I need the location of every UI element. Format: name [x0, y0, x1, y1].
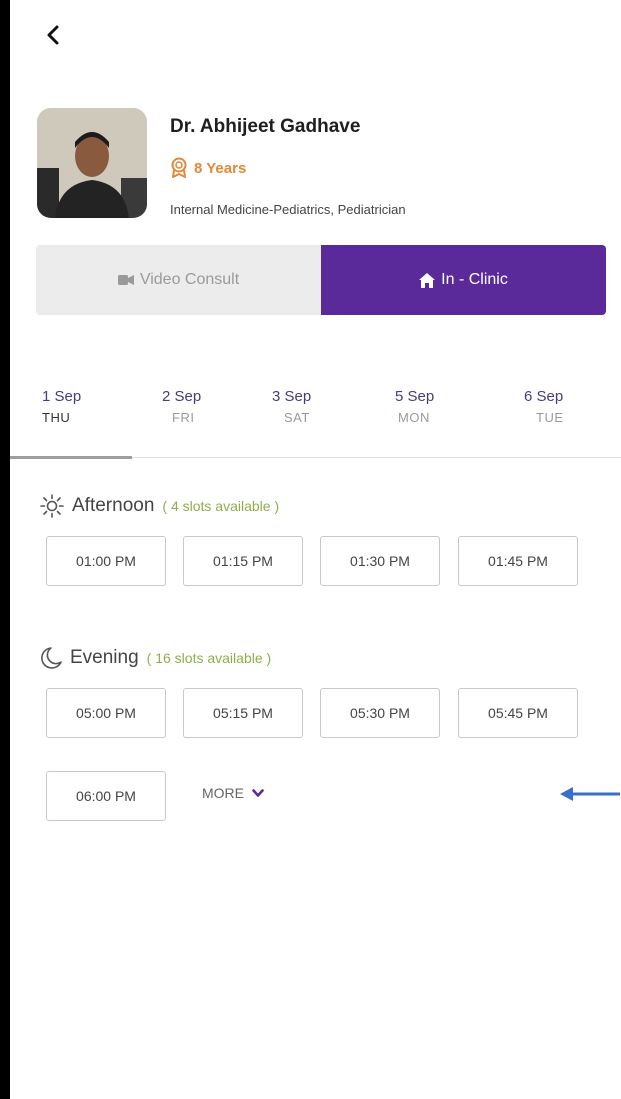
date-tab-2-sep[interactable]: 2 Sep FRI	[162, 388, 252, 425]
weekday-label: MON	[398, 410, 430, 425]
date-label: 5 Sep	[395, 388, 435, 405]
home-icon	[419, 272, 436, 288]
date-tab-3-sep[interactable]: 3 Sep SAT	[272, 388, 362, 425]
weekday-label: THU	[42, 410, 71, 425]
doctor-specialty: Internal Medicine-Pediatrics, Pediatrici…	[170, 202, 406, 217]
slot-evening-0515[interactable]: 05:15 PM	[183, 688, 303, 738]
date-tab-5-sep[interactable]: 5 Sep MON	[395, 388, 485, 425]
chevron-left-icon	[47, 25, 59, 45]
moon-icon	[41, 647, 62, 669]
more-label: MORE	[202, 785, 244, 801]
slot-evening-0530[interactable]: 05:30 PM	[320, 688, 440, 738]
annotation-arrow-icon	[560, 787, 620, 801]
date-tab-1-sep[interactable]: 1 Sep THU	[42, 388, 132, 425]
slot-evening-0600[interactable]: 06:00 PM	[46, 771, 166, 821]
more-slots-button[interactable]: MORE	[202, 785, 264, 801]
weekday-label: FRI	[172, 410, 195, 425]
evening-section-header: Evening ( 16 slots available )	[40, 646, 271, 670]
afternoon-availability: ( 4 slots available )	[162, 498, 280, 514]
doctor-photo	[37, 108, 147, 218]
video-camera-icon	[117, 275, 134, 285]
date-tab-6-sep[interactable]: 6 Sep TUE	[524, 388, 614, 425]
consult-mode-tabs: Video Consult In - Clinic	[36, 245, 606, 315]
weekday-label: SAT	[284, 410, 310, 425]
app-screen: Dr. Abhijeet Gadhave 8 Years Internal Me…	[10, 0, 621, 1099]
experience-text: 8 Years	[194, 159, 247, 177]
doctor-avatar	[37, 108, 147, 218]
sun-icon	[40, 494, 64, 518]
slot-afternoon-0130[interactable]: 01:30 PM	[320, 536, 440, 586]
slot-afternoon-0145[interactable]: 01:45 PM	[458, 536, 578, 586]
afternoon-title: Afternoon	[72, 495, 155, 516]
date-label: 3 Sep	[272, 388, 312, 405]
weekday-label: TUE	[536, 410, 564, 425]
evening-availability: ( 16 slots available )	[146, 650, 272, 666]
chevron-down-icon	[252, 788, 264, 797]
slot-evening-0500[interactable]: 05:00 PM	[46, 688, 166, 738]
tab-video-consult[interactable]: Video Consult	[36, 245, 321, 315]
afternoon-section-header: Afternoon ( 4 slots available )	[40, 494, 279, 518]
tab-in-clinic-label: In - Clinic	[441, 271, 508, 288]
slot-afternoon-0115[interactable]: 01:15 PM	[183, 536, 303, 586]
award-badge-icon	[171, 157, 187, 178]
slot-evening-0545[interactable]: 05:45 PM	[458, 688, 578, 738]
date-label: 6 Sep	[524, 388, 564, 405]
tab-in-clinic[interactable]: In - Clinic	[321, 245, 606, 315]
doctor-name: Dr. Abhijeet Gadhave	[170, 116, 361, 137]
evening-title: Evening	[70, 647, 139, 668]
experience-row: 8 Years	[170, 157, 246, 179]
date-selector: 1 Sep THU 2 Sep FRI 3 Sep SAT 5 Sep MON …	[10, 388, 621, 459]
date-label: 1 Sep	[42, 388, 82, 405]
tab-video-consult-label: Video Consult	[139, 271, 240, 288]
active-date-underline	[10, 456, 132, 459]
back-button[interactable]	[38, 20, 68, 50]
slot-afternoon-0100[interactable]: 01:00 PM	[46, 536, 166, 586]
date-label: 2 Sep	[162, 388, 202, 405]
